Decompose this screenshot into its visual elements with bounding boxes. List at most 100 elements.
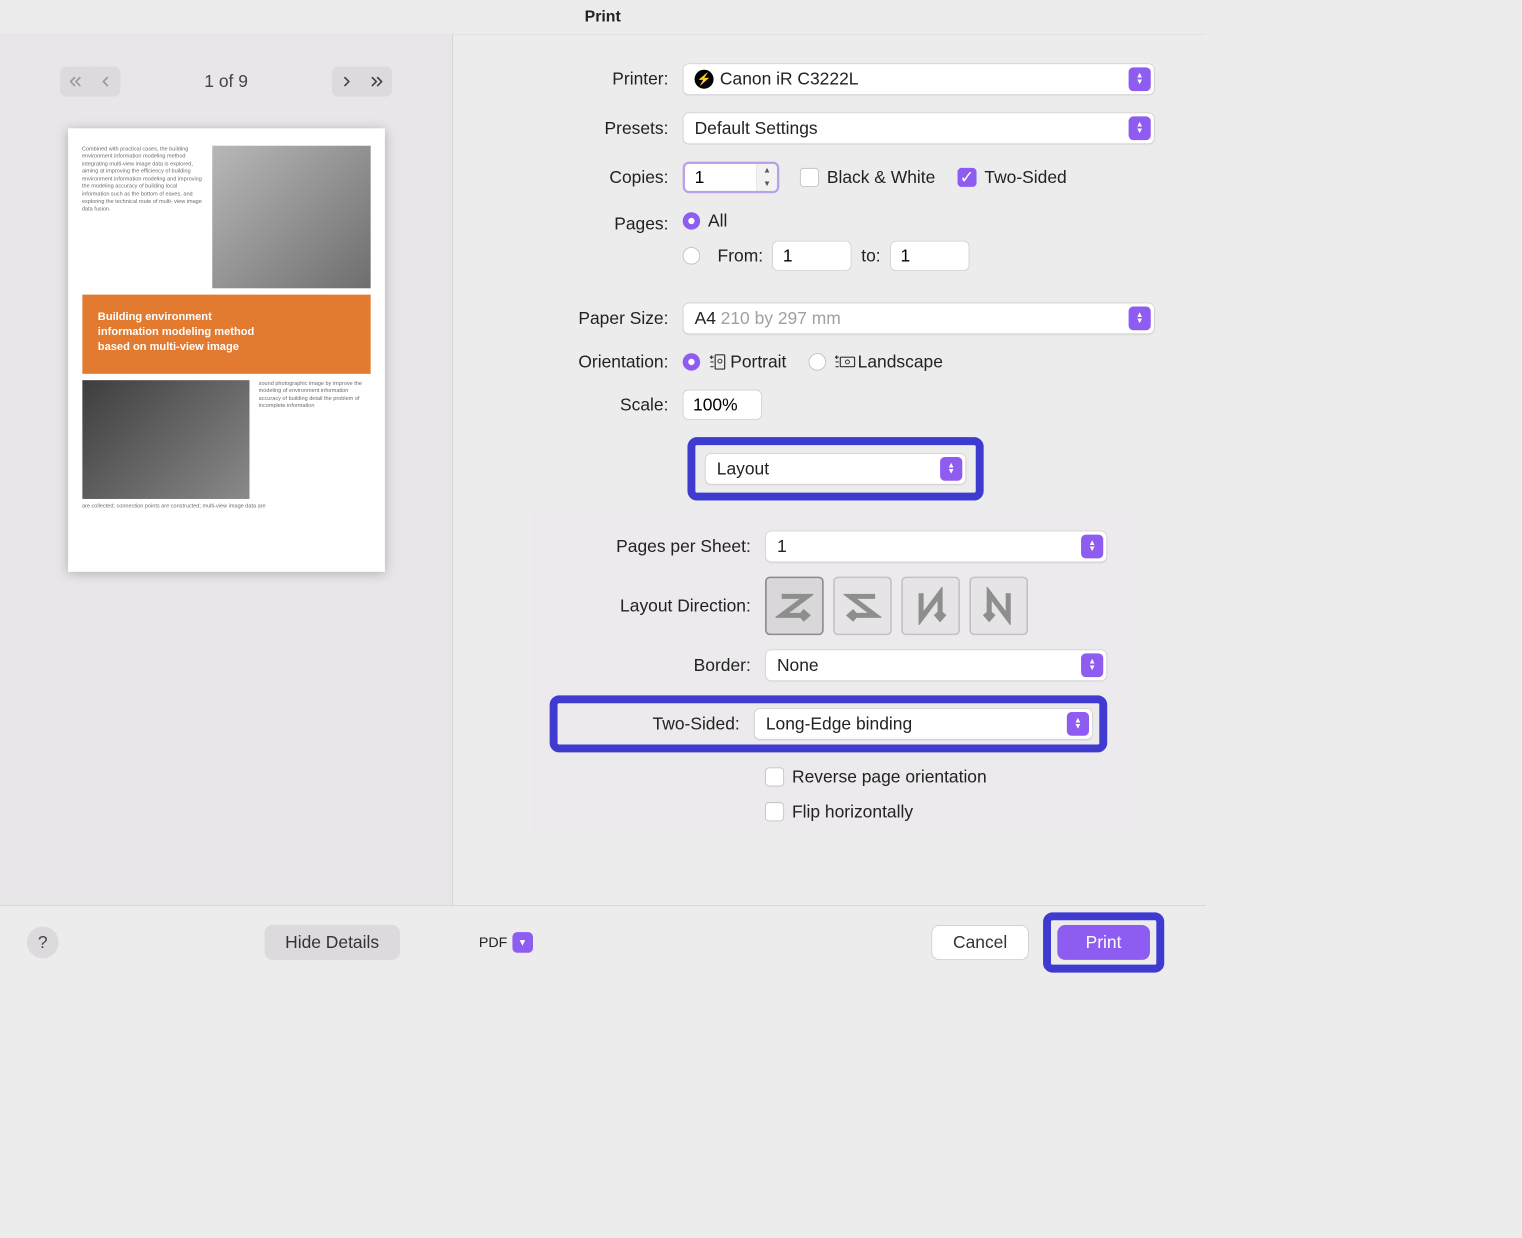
- footer: ? Hide Details PDF ▼ Cancel Print: [0, 906, 1205, 979]
- pages-from-input[interactable]: [773, 241, 852, 271]
- next-page-button[interactable]: [332, 67, 362, 97]
- twosided-select[interactable]: Long-Edge binding ▲▼: [754, 708, 1093, 740]
- layoutdir-z-button[interactable]: [765, 577, 824, 636]
- twosided-value: Long-Edge binding: [766, 714, 912, 735]
- orientation-label: Orientation:: [485, 352, 683, 373]
- stepper-down-icon[interactable]: ▼: [757, 177, 777, 190]
- thumb-image-top: [213, 146, 371, 289]
- twosided-checkbox[interactable]: ✓: [957, 168, 976, 187]
- thumb-text-footer: are collected; connection points are con…: [82, 504, 370, 510]
- pages-all-label: All: [708, 211, 727, 232]
- presets-value: Default Settings: [695, 118, 818, 139]
- select-chevrons-icon: ▲▼: [940, 457, 962, 481]
- twosided-row-label: Two-Sided:: [564, 714, 754, 735]
- select-chevrons-icon: ▲▼: [1129, 116, 1151, 140]
- section-select[interactable]: Layout ▲▼: [705, 453, 966, 485]
- select-chevrons-icon: ▲▼: [1081, 535, 1103, 559]
- papersize-select[interactable]: A4 210 by 297 mm ▲▼: [683, 303, 1155, 335]
- scale-input[interactable]: [683, 390, 762, 420]
- papersize-prefix: A4: [695, 308, 716, 329]
- thumb-image-bottom: [82, 380, 249, 499]
- layoutdir-s-icon: [843, 587, 881, 625]
- highlight-twosided-row: Two-Sided: Long-Edge binding ▲▼: [550, 695, 1108, 752]
- layoutdir-nrev-icon: [980, 587, 1018, 625]
- pages-range-radio[interactable]: [683, 247, 700, 264]
- select-chevrons-icon: ▲▼: [1129, 67, 1151, 91]
- select-chevrons-icon: ▲▼: [1129, 307, 1151, 331]
- pps-label: Pages per Sheet:: [559, 536, 765, 557]
- cancel-button[interactable]: Cancel: [932, 925, 1029, 960]
- preview-nav: 1 of 9: [60, 67, 393, 97]
- select-chevrons-icon: ▲▼: [1081, 653, 1103, 677]
- presets-select[interactable]: Default Settings ▲▼: [683, 112, 1155, 144]
- highlight-print-button: Print: [1043, 912, 1164, 972]
- help-button[interactable]: ?: [27, 927, 59, 959]
- window-title: Print: [0, 0, 1205, 35]
- stepper-up-icon[interactable]: ▲: [757, 164, 777, 177]
- border-label: Border:: [559, 655, 765, 676]
- papersize-dim: 210 by 297 mm: [721, 308, 841, 329]
- reverse-checkbox[interactable]: [765, 767, 784, 786]
- highlight-layout: Layout ▲▼: [687, 437, 983, 500]
- flip-checkbox[interactable]: [765, 802, 784, 821]
- reverse-label: Reverse page orientation: [792, 767, 987, 788]
- border-select[interactable]: None ▲▼: [765, 649, 1107, 681]
- pages-all-radio[interactable]: [683, 212, 700, 229]
- orientation-landscape-radio[interactable]: [809, 353, 826, 370]
- layoutdir-n-icon: [912, 587, 950, 625]
- flip-label: Flip horizontally: [792, 802, 913, 823]
- orientation-portrait-radio[interactable]: [683, 353, 700, 370]
- printer-select[interactable]: ⚡ Canon iR C3222L ▲▼: [683, 63, 1155, 95]
- pages-label: Pages:: [485, 211, 683, 235]
- chevron-down-icon: ▼: [512, 932, 533, 953]
- thumb-title-3: based on multi-view image: [98, 339, 355, 354]
- printer-label: Printer:: [485, 69, 683, 90]
- prev-page-button[interactable]: [90, 67, 120, 97]
- last-page-button[interactable]: [362, 67, 392, 97]
- thumb-title-1: Building environment: [98, 309, 355, 324]
- orientation-landscape-label: Landscape: [858, 352, 943, 373]
- bw-label: Black & White: [827, 167, 935, 188]
- chevron-right-icon: [339, 74, 355, 90]
- pps-value: 1: [777, 536, 787, 557]
- layout-panel: Pages per Sheet: 1 ▲▼ Layout Direction:: [532, 508, 1134, 841]
- pdf-menu[interactable]: PDF ▼: [479, 932, 533, 953]
- thumb-text-top: Combined with practical cases, the build…: [82, 146, 203, 289]
- chevrons-right-icon: [369, 74, 385, 90]
- thumb-text-bottom: sound photographic image by improve the …: [259, 380, 371, 499]
- hide-details-button[interactable]: Hide Details: [265, 925, 400, 960]
- layoutdir-n-button[interactable]: [901, 577, 960, 636]
- scale-label: Scale:: [485, 394, 683, 415]
- border-value: None: [777, 655, 819, 676]
- chevrons-left-icon: [67, 74, 83, 90]
- content-area: 1 of 9 Combined with practical cases, th…: [0, 35, 1205, 906]
- pps-select[interactable]: 1 ▲▼: [765, 531, 1107, 563]
- pages-to-input[interactable]: [890, 241, 969, 271]
- pdf-label: PDF: [479, 934, 508, 951]
- section-select-value: Layout: [717, 459, 769, 480]
- printer-value: Canon iR C3222L: [720, 69, 859, 90]
- layoutdir-s-button[interactable]: [833, 577, 892, 636]
- twosided-label: Two-Sided: [984, 167, 1066, 188]
- printer-status-icon: ⚡: [695, 70, 714, 89]
- landscape-icon: [834, 352, 858, 371]
- first-page-button[interactable]: [60, 67, 90, 97]
- layoutdir-nrev-button[interactable]: [969, 577, 1028, 636]
- papersize-label: Paper Size:: [485, 308, 683, 329]
- chevron-left-icon: [97, 74, 113, 90]
- preview-pane: 1 of 9 Combined with practical cases, th…: [0, 35, 453, 905]
- settings-pane: Printer: ⚡ Canon iR C3222L ▲▼ Presets: D…: [453, 35, 1205, 905]
- orientation-portrait-label: Portrait: [730, 352, 786, 373]
- thumb-title-band: Building environment information modelin…: [82, 295, 370, 374]
- page-counter: 1 of 9: [204, 71, 248, 92]
- copies-stepper[interactable]: ▲ ▼: [683, 162, 780, 194]
- pages-from-label: From:: [718, 246, 764, 267]
- bw-checkbox[interactable]: [800, 168, 819, 187]
- copies-input[interactable]: [685, 164, 756, 191]
- copies-label: Copies:: [485, 167, 683, 188]
- thumb-title-2: information modeling method: [98, 324, 355, 339]
- print-button[interactable]: Print: [1057, 925, 1150, 960]
- layoutdir-z-icon: [775, 587, 813, 625]
- layoutdir-label: Layout Direction:: [559, 596, 765, 617]
- portrait-icon: [708, 352, 730, 371]
